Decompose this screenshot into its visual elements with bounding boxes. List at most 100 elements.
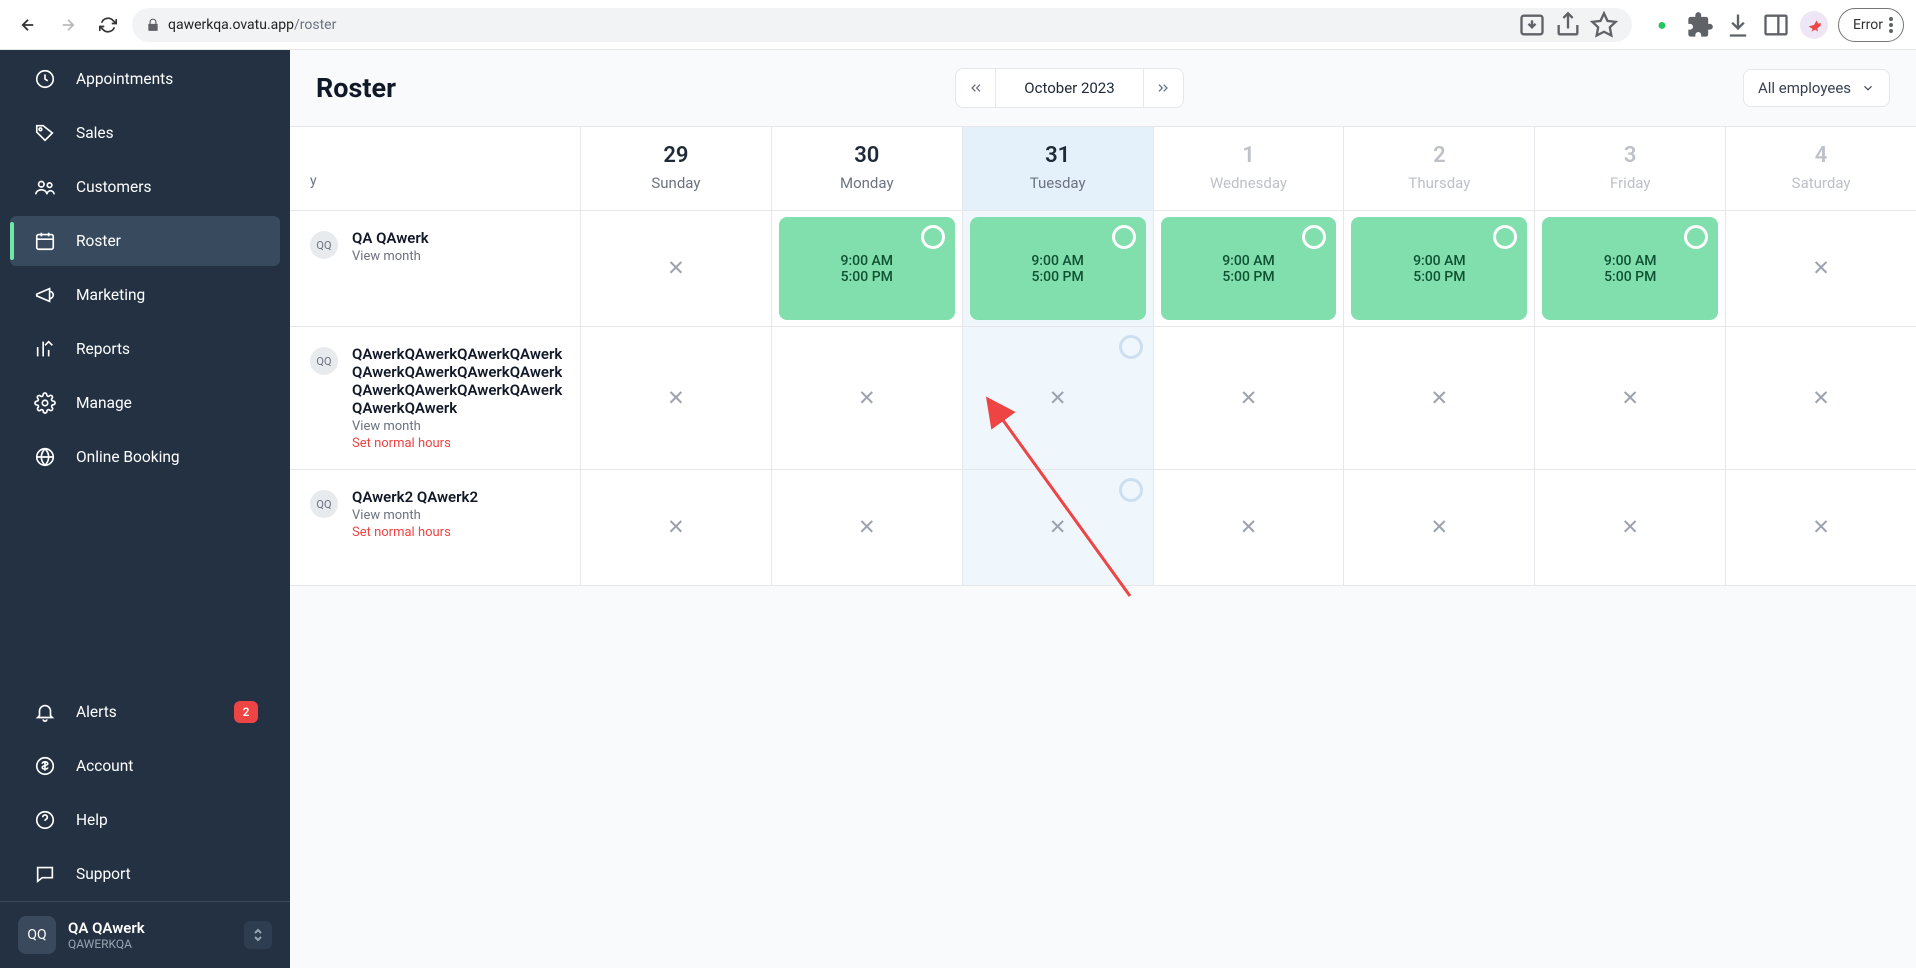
calendar-day-header[interactable]: 29Sunday <box>580 127 771 210</box>
shift-indicator-icon <box>1112 225 1136 249</box>
profile-avatar[interactable] <box>1800 11 1828 39</box>
calendar-day-header[interactable]: 31Tuesday <box>962 127 1153 210</box>
sidebar-user-footer[interactable]: QQ QA QAwerk QAWERKQA <box>0 901 290 968</box>
user-menu-toggle[interactable] <box>244 921 272 949</box>
roster-cell[interactable]: ✕ <box>1153 470 1344 585</box>
sidebar-item-roster[interactable]: Roster <box>10 216 280 266</box>
download-icon[interactable] <box>1724 11 1752 39</box>
star-icon[interactable] <box>1590 11 1618 39</box>
roster-cell[interactable]: ✕ <box>1725 211 1916 326</box>
shift-block[interactable]: 9:00 AM5:00 PM <box>779 217 955 320</box>
sidebar-item-online-booking[interactable]: Online Booking <box>10 432 280 482</box>
view-month-link[interactable]: View month <box>352 419 566 434</box>
sidebar-item-account[interactable]: Account <box>10 741 280 791</box>
no-shift-icon[interactable]: ✕ <box>1431 386 1449 411</box>
error-label: Error <box>1853 17 1883 33</box>
globe-icon <box>34 446 56 468</box>
no-shift-icon[interactable]: ✕ <box>1049 386 1067 411</box>
calendar-day-header[interactable]: 4Saturday <box>1725 127 1916 210</box>
arrow-left-icon <box>19 16 37 34</box>
sidebar-item-support[interactable]: Support <box>10 849 280 899</box>
no-shift-icon[interactable]: ✕ <box>667 256 685 281</box>
forward-button[interactable] <box>52 9 84 41</box>
shift-block[interactable]: 9:00 AM5:00 PM <box>1351 217 1527 320</box>
employee-filter[interactable]: All employees <box>1743 69 1890 107</box>
roster-cell[interactable]: 9:00 AM5:00 PM <box>1534 211 1725 326</box>
sidebar-item-appointments[interactable]: Appointments <box>10 54 280 104</box>
sidebar-item-help[interactable]: Help <box>10 795 280 845</box>
back-button[interactable] <box>12 9 44 41</box>
view-month-link[interactable]: View month <box>352 508 478 523</box>
roster-cell[interactable]: ✕ <box>580 211 771 326</box>
no-shift-icon[interactable]: ✕ <box>1621 386 1639 411</box>
roster-cell[interactable]: ✕ <box>1343 327 1534 469</box>
no-shift-icon[interactable]: ✕ <box>1240 515 1258 540</box>
employee-info-cell: QQQAwerk2 QAwerk2View monthSet normal ho… <box>290 470 580 585</box>
roster-cell[interactable]: 9:00 AM5:00 PM <box>1153 211 1344 326</box>
no-shift-icon[interactable]: ✕ <box>1621 515 1639 540</box>
day-name: Friday <box>1535 174 1725 192</box>
sidebar-item-reports[interactable]: Reports <box>10 324 280 374</box>
today-indicator-icon <box>1119 478 1143 502</box>
no-shift-icon[interactable]: ✕ <box>1812 256 1830 281</box>
roster-cell[interactable]: 9:00 AM5:00 PM <box>771 211 962 326</box>
share-icon[interactable] <box>1554 11 1582 39</box>
sidebar-item-marketing[interactable]: Marketing <box>10 270 280 320</box>
no-shift-icon[interactable]: ✕ <box>1812 515 1830 540</box>
calendar-day-header[interactable]: 1Wednesday <box>1153 127 1344 210</box>
no-shift-icon[interactable]: ✕ <box>1240 386 1258 411</box>
month-label[interactable]: October 2023 <box>996 79 1142 97</box>
view-month-link[interactable]: View month <box>352 249 429 264</box>
roster-cell[interactable]: ✕ <box>962 470 1153 585</box>
bell-icon <box>34 701 56 723</box>
no-shift-icon[interactable]: ✕ <box>1049 515 1067 540</box>
sidebar-item-label: Marketing <box>76 286 145 304</box>
calendar-grid: y 29Sunday30Monday31Tuesday1Wednesday2Th… <box>290 126 1916 968</box>
no-shift-icon[interactable]: ✕ <box>858 515 876 540</box>
sidebar-item-sales[interactable]: Sales <box>10 108 280 158</box>
address-bar[interactable]: qawerkqa.ovatu.app/roster <box>132 8 1632 42</box>
roster-cell[interactable]: ✕ <box>962 327 1153 469</box>
shift-block[interactable]: 9:00 AM5:00 PM <box>1542 217 1718 320</box>
shift-block[interactable]: 9:00 AM5:00 PM <box>1161 217 1337 320</box>
calendar-day-header[interactable]: 30Monday <box>771 127 962 210</box>
employee-info-cell: QQQAwerkQAwerkQAwerkQAwerkQAwerkQAwerkQA… <box>290 327 580 469</box>
sidebar-item-customers[interactable]: Customers <box>10 162 280 212</box>
puzzle-icon[interactable] <box>1686 11 1714 39</box>
roster-cell[interactable]: ✕ <box>1343 470 1534 585</box>
no-shift-icon[interactable]: ✕ <box>667 386 685 411</box>
prev-month-button[interactable] <box>956 69 996 107</box>
set-normal-hours-link[interactable]: Set normal hours <box>352 436 566 451</box>
shift-end: 5:00 PM <box>1032 269 1084 285</box>
extension-dot-icon[interactable]: ● <box>1648 11 1676 39</box>
roster-cell[interactable]: ✕ <box>1725 327 1916 469</box>
shift-end: 5:00 PM <box>1604 269 1656 285</box>
roster-cell[interactable]: ✕ <box>580 327 771 469</box>
roster-cell[interactable]: ✕ <box>771 470 962 585</box>
roster-cell[interactable]: ✕ <box>771 327 962 469</box>
shift-block[interactable]: 9:00 AM5:00 PM <box>970 217 1146 320</box>
panel-icon[interactable] <box>1762 11 1790 39</box>
roster-cell[interactable]: ✕ <box>1153 327 1344 469</box>
no-shift-icon[interactable]: ✕ <box>667 515 685 540</box>
reload-button[interactable] <box>92 9 124 41</box>
page-title: Roster <box>316 72 396 104</box>
roster-cell[interactable]: 9:00 AM5:00 PM <box>962 211 1153 326</box>
calendar-day-header[interactable]: 3Friday <box>1534 127 1725 210</box>
no-shift-icon[interactable]: ✕ <box>1431 515 1449 540</box>
install-icon[interactable] <box>1518 11 1546 39</box>
sidebar-item-manage[interactable]: Manage <box>10 378 280 428</box>
roster-cell[interactable]: ✕ <box>1534 327 1725 469</box>
roster-cell[interactable]: ✕ <box>1534 470 1725 585</box>
roster-cell[interactable]: 9:00 AM5:00 PM <box>1343 211 1534 326</box>
roster-cell[interactable]: ✕ <box>1725 470 1916 585</box>
no-shift-icon[interactable]: ✕ <box>1812 386 1830 411</box>
error-button[interactable]: Error <box>1838 8 1904 42</box>
employee-name: QAwerk2 QAwerk2 <box>352 488 478 506</box>
no-shift-icon[interactable]: ✕ <box>858 386 876 411</box>
calendar-day-header[interactable]: 2Thursday <box>1343 127 1534 210</box>
sidebar-item-alerts[interactable]: Alerts 2 <box>10 687 280 737</box>
roster-cell[interactable]: ✕ <box>580 470 771 585</box>
next-month-button[interactable] <box>1143 69 1183 107</box>
set-normal-hours-link[interactable]: Set normal hours <box>352 525 478 540</box>
